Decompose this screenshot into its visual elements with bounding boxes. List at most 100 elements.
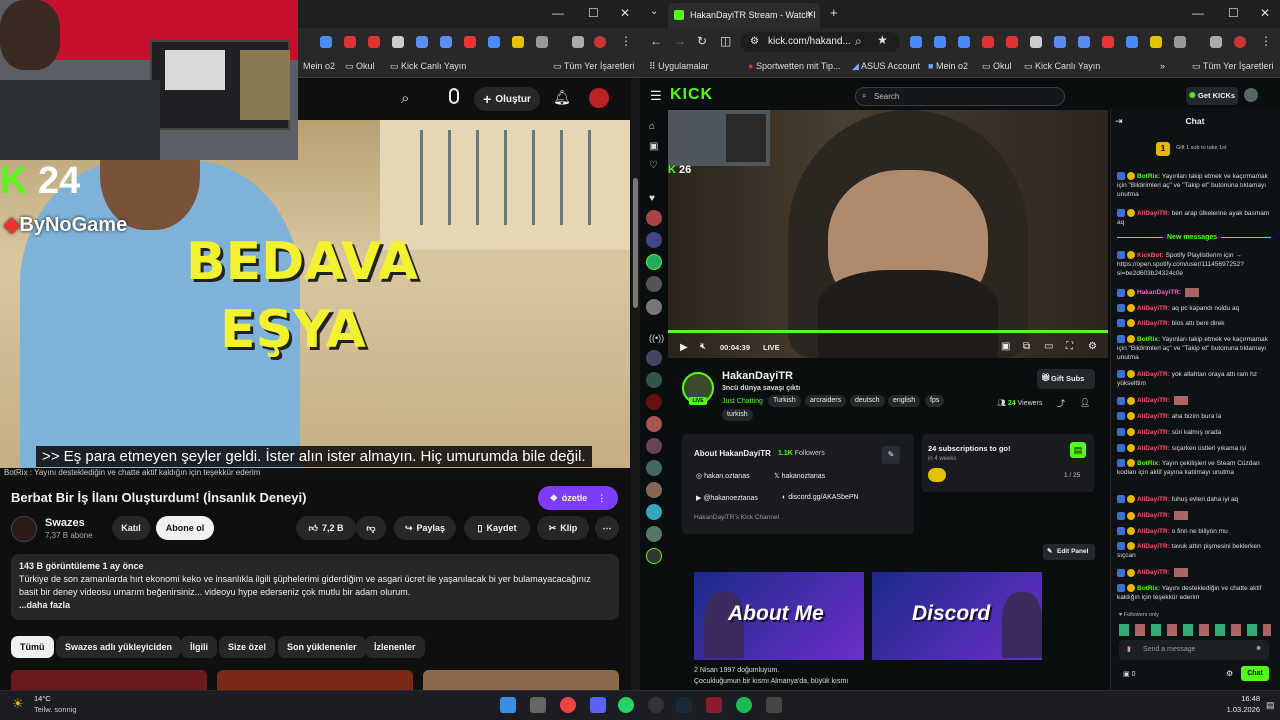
bookmark[interactable]: ▭ Tüm Yer İşaretleri (1192, 61, 1273, 72)
channel-avatar[interactable] (646, 416, 662, 432)
related-thumbnail[interactable] (217, 670, 413, 690)
emote-row[interactable] (1119, 624, 1271, 636)
filter-chip[interactable]: Son yüklenenler (278, 636, 366, 658)
show-more-link[interactable]: ...daha fazla (19, 599, 611, 612)
bookmark[interactable]: Mein o2 (303, 61, 335, 71)
whatsapp-icon[interactable] (618, 697, 634, 713)
chat-username[interactable]: AliDayiTR: (1137, 413, 1170, 420)
channel-avatar[interactable] (646, 276, 662, 292)
related-thumbnail[interactable] (423, 670, 619, 690)
bookmark[interactable]: ▭ Okul (345, 61, 375, 72)
notifications-icon[interactable]: ▤ (1266, 700, 1275, 711)
join-button[interactable]: Katıl (112, 516, 150, 540)
bookmark[interactable]: ◢ ASUS Account (852, 61, 920, 72)
app-icon[interactable] (648, 697, 664, 713)
more-actions-button[interactable]: ⋯ (595, 516, 619, 540)
split-view-icon[interactable]: ◫ (720, 34, 731, 48)
stream-tag[interactable]: turkish (722, 409, 753, 421)
channel-avatar[interactable] (11, 516, 37, 542)
bookmark[interactable]: ⠿ Uygulamalar (649, 61, 709, 72)
extension-icon[interactable] (464, 36, 476, 48)
weather-temp[interactable]: 14°C (34, 694, 51, 703)
close-icon[interactable]: ✕ (620, 6, 630, 20)
extension-icon[interactable] (1078, 36, 1090, 48)
browse-icon[interactable]: ▣ (649, 141, 658, 152)
chat-username[interactable]: AliDayiTR: (1137, 543, 1170, 550)
channel-avatar[interactable] (646, 438, 662, 454)
shield-icon[interactable] (1030, 36, 1042, 48)
menu-icon[interactable] (1210, 36, 1222, 48)
chat-username[interactable]: AliDayiTR: (1137, 320, 1170, 327)
star-icon[interactable]: ★ (877, 33, 888, 47)
stream-tag[interactable]: english (888, 395, 921, 407)
scrollbar[interactable] (631, 78, 640, 690)
channel-avatar[interactable] (646, 394, 662, 410)
clip-button[interactable]: ✂ Klip (537, 516, 589, 540)
discord-panel-image[interactable]: Discord (872, 572, 1042, 660)
filter-chip[interactable]: Swazes adlı yükleyiciden (56, 636, 182, 658)
filter-chip[interactable]: İzlenenler (365, 636, 425, 658)
avatar[interactable] (589, 88, 609, 108)
get-kicks-button[interactable]: ◉ Get KICKs (1186, 87, 1238, 105)
emoji-icon[interactable]: ☻ (1255, 645, 1262, 652)
chat-settings-icon[interactable]: ⚙ (1226, 669, 1233, 678)
chat-username[interactable]: AliDayiTR: (1137, 528, 1170, 535)
save-button[interactable]: ▯ Kaydet (464, 516, 530, 540)
bookmark[interactable]: ▭ Okul (982, 61, 1012, 72)
app-icon[interactable] (706, 697, 722, 713)
home-icon[interactable]: ⌂ (649, 121, 655, 132)
zoom-icon[interactable]: ⌕ (855, 34, 862, 49)
channel-avatar[interactable] (646, 482, 662, 498)
related-thumbnail[interactable] (11, 670, 207, 690)
follow-user-icon[interactable]: 👤︎ (1080, 398, 1090, 407)
channel-avatar[interactable] (646, 504, 662, 520)
summarize-button[interactable]: ❖ özetle ⋮ (538, 486, 618, 510)
channel-avatar[interactable] (646, 460, 662, 476)
bookmark[interactable]: ● Sportwetten mit Tip... (748, 61, 841, 71)
mute-icon[interactable]: 🔇︎ (700, 341, 706, 352)
profile-avatar[interactable] (594, 36, 606, 48)
clip-icon[interactable]: ⧉ (1023, 341, 1030, 352)
chat-username[interactable]: BotRix: (1137, 585, 1160, 592)
task-view-icon[interactable] (530, 697, 546, 713)
edit-about-button[interactable]: ✎ (882, 446, 900, 464)
extension-icon[interactable] (440, 36, 452, 48)
youtube-link[interactable]: ▶ @hakanoeztanas (696, 494, 758, 502)
chat-username[interactable]: BotRix: (1137, 173, 1160, 180)
bookmark[interactable]: ▭ Kick Canlı Yayın (390, 61, 466, 72)
discord-icon[interactable] (590, 697, 606, 713)
chat-username[interactable]: AliDayiTR: (1137, 496, 1170, 503)
edit-panel-button[interactable]: ✎ Edit Panel (1043, 544, 1095, 560)
kebab-menu-icon[interactable]: ⋮ (620, 34, 632, 48)
menu-icon[interactable] (572, 36, 584, 48)
chat-username[interactable]: AliDayiTR: (1137, 569, 1170, 576)
instagram-link[interactable]: ◎ hakan.oztanas (696, 472, 750, 480)
channel-avatar[interactable] (646, 526, 662, 542)
extension-icon[interactable] (1102, 36, 1114, 48)
chat-username[interactable]: BotRix: (1137, 336, 1160, 343)
new-tab-icon[interactable]: + (830, 5, 838, 20)
chevron-down-icon[interactable]: ⌄ (650, 6, 658, 17)
create-button[interactable]: + Oluştur (474, 87, 540, 111)
kebab-menu-icon[interactable]: ⋮ (1260, 34, 1272, 48)
shield-icon[interactable] (392, 36, 404, 48)
streamer-name[interactable]: HakanDayiTR (722, 370, 793, 382)
channel-name[interactable]: Swazes (45, 517, 85, 529)
search-input[interactable]: ⌕ Search (855, 87, 1065, 106)
extension-icon[interactable] (368, 36, 380, 48)
back-icon[interactable]: ← (650, 34, 662, 48)
chat-username[interactable]: HakanDayiTR: (1137, 289, 1181, 296)
hamburger-icon[interactable]: ☰ (650, 88, 662, 104)
steam-icon[interactable] (676, 697, 692, 713)
profile-avatar[interactable] (1234, 36, 1246, 48)
gift-icon[interactable]: ▤ (1070, 442, 1086, 458)
channel-avatar[interactable] (646, 254, 662, 270)
maximize-icon[interactable]: ☐ (1228, 6, 1239, 20)
live-icon[interactable]: ((•)) (649, 333, 664, 343)
chat-username[interactable]: AliDayiTR: (1137, 305, 1170, 312)
channel-avatar[interactable] (646, 299, 662, 315)
fullscreen-icon[interactable]: ⛶ (1066, 341, 1073, 352)
maximize-icon[interactable]: ☐ (588, 6, 599, 20)
about-me-panel-image[interactable]: About Me (694, 572, 864, 660)
extension-icon[interactable] (512, 36, 524, 48)
